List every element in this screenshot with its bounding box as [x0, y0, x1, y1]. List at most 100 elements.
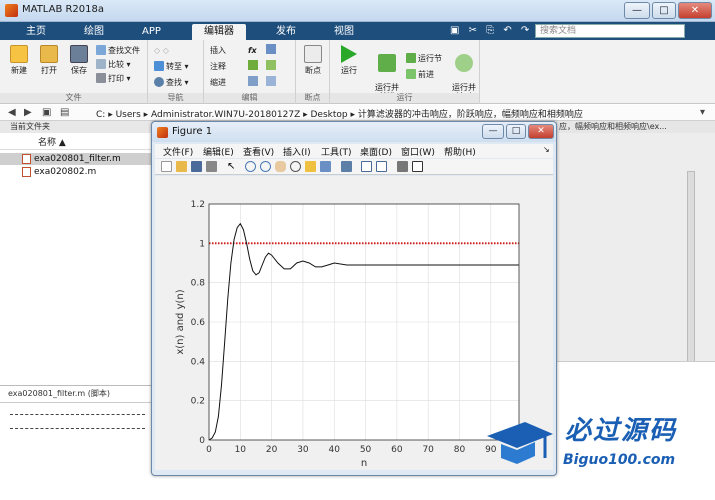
menu-insert[interactable]: 插入(I) — [283, 145, 311, 158]
address-bar[interactable]: ◀ ▶ ▣ ▤ C: ▸ Users ▸ Administrator.WIN7U… — [0, 105, 715, 121]
window-title: MATLAB R2018a — [22, 4, 105, 15]
forward-arrow-icon[interactable]: ▶ — [24, 107, 32, 118]
link-plot-icon[interactable] — [341, 161, 352, 172]
open-button[interactable]: 打开 — [34, 42, 64, 76]
name-column-header[interactable]: 名称 ▲ — [0, 137, 153, 150]
tab-plots[interactable]: 绘图 — [72, 24, 116, 40]
tab-view[interactable]: 视图 — [322, 24, 366, 40]
find-files-button[interactable]: 查找文件 — [96, 44, 140, 57]
breadcrumb-desktop[interactable]: Desktop — [311, 110, 348, 120]
back-arrow-icon[interactable]: ◀ — [8, 107, 16, 118]
run-time-icon — [455, 54, 473, 72]
menu-tools[interactable]: 工具(T) — [321, 145, 352, 158]
breadcrumb-drive[interactable]: C: — [96, 110, 105, 120]
figure-close-button[interactable]: ✕ — [528, 124, 554, 139]
close-button[interactable]: ✕ — [678, 2, 712, 19]
menu-help[interactable]: 帮助(H) — [444, 145, 476, 158]
menu-edit[interactable]: 编辑(E) — [203, 145, 234, 158]
tab-publish[interactable]: 发布 — [264, 24, 308, 40]
pointer-icon[interactable]: ↖ — [227, 161, 238, 172]
folder-open-icon — [40, 45, 58, 63]
colorbar-icon[interactable] — [361, 161, 372, 172]
insert-button[interactable]: 插入 — [210, 44, 226, 57]
x-axis-label: n — [361, 458, 367, 469]
data-cursor-icon[interactable] — [305, 161, 316, 172]
pan-hand-icon[interactable] — [275, 161, 286, 172]
x-tick-label: 30 — [297, 445, 309, 455]
insert-icon[interactable] — [266, 44, 276, 54]
breadcrumb-admin[interactable]: Administrator.WIN7U-20180127Z — [151, 110, 300, 120]
group-label-breakpoints: 断点 — [296, 93, 329, 103]
indent-icon[interactable] — [248, 76, 258, 86]
current-folder-panel: 当前文件夹 名称 ▲ exa020801_filter.m exa020802.… — [0, 121, 153, 383]
maximize-button[interactable]: □ — [652, 2, 676, 19]
new-button[interactable]: 新建 — [4, 42, 34, 76]
group-label-navigate: 导航 — [148, 93, 203, 103]
dock-arrow-icon[interactable]: ↘ — [543, 145, 550, 154]
show-plot-tools-icon[interactable] — [412, 161, 423, 172]
tab-apps[interactable]: APP — [130, 24, 173, 40]
zoom-out-icon[interactable] — [260, 161, 271, 172]
breakpoints-button[interactable]: 断点 — [298, 42, 328, 76]
editor-tab[interactable]: 应，幅频响应和相频响应\ex... — [556, 121, 715, 133]
breadcrumb-users[interactable]: Users — [116, 110, 141, 120]
menu-view[interactable]: 查看(V) — [243, 145, 274, 158]
hide-plot-tools-icon[interactable] — [397, 161, 408, 172]
menu-file[interactable]: 文件(F) — [163, 145, 193, 158]
find-button[interactable]: 查找 ▾ — [154, 76, 189, 89]
y-tick-label: 0 — [199, 436, 205, 446]
breadcrumb-folder[interactable]: 计算滤波器的冲击响应，阶跃响应，幅频响应和相频响应 — [358, 110, 583, 120]
brush-icon[interactable] — [320, 161, 331, 172]
rotate-3d-icon[interactable] — [290, 161, 301, 172]
figure-title-bar[interactable]: Figure 1 — □ ✕ — [152, 122, 556, 142]
save-button[interactable]: 保存 — [64, 42, 94, 76]
comment-button[interactable]: 注释 — [210, 60, 226, 73]
menu-window[interactable]: 窗口(W) — [401, 145, 435, 158]
open-file-icon[interactable] — [176, 161, 187, 172]
file-row[interactable]: exa020801_filter.m — [0, 153, 153, 165]
new-figure-icon[interactable] — [161, 161, 172, 172]
uncomment-icon[interactable] — [266, 60, 276, 70]
search-input[interactable]: 搜索文档 — [535, 24, 685, 38]
compare-button[interactable]: 比较 ▾ — [96, 58, 131, 71]
save-figure-icon[interactable] — [191, 161, 202, 172]
run-label: 运行 — [341, 66, 357, 75]
advance-button[interactable]: 前进 — [406, 68, 434, 81]
fx-button[interactable]: fx — [248, 44, 257, 57]
file-name: exa020802.m — [34, 167, 97, 177]
tab-home[interactable]: 主页 — [14, 24, 58, 40]
up-folder-icon[interactable]: ▣ — [42, 107, 51, 118]
comment-separator — [10, 428, 145, 436]
minimize-button[interactable]: — — [624, 2, 650, 19]
outdent-icon[interactable] — [266, 76, 276, 86]
menu-desktop[interactable]: 桌面(D) — [360, 145, 392, 158]
legend-icon[interactable] — [376, 161, 387, 172]
print-figure-icon[interactable] — [206, 161, 217, 172]
y-tick-label: 0.6 — [191, 318, 206, 328]
indent-button[interactable]: 缩进 — [210, 76, 226, 89]
breadcrumb[interactable]: C: ▸ Users ▸ Administrator.WIN7U-2018012… — [96, 107, 583, 120]
x-tick-label: 40 — [329, 445, 341, 455]
search-icon — [154, 77, 164, 87]
ribbon-group-edit: 插入 注释 缩进 fx 编辑 — [204, 40, 296, 104]
zoom-in-icon[interactable] — [245, 161, 256, 172]
comment-percent-icon[interactable] — [248, 60, 258, 70]
name-column-label: 名称 — [38, 138, 57, 148]
file-row[interactable]: exa020802.m — [0, 166, 153, 178]
goto-button[interactable]: 转至 ▾ — [154, 60, 189, 73]
watermark-text: 必过源码 — [565, 416, 678, 446]
figure-maximize-button[interactable]: □ — [506, 124, 526, 139]
group-label-run: 运行 — [330, 93, 479, 103]
run-section-button[interactable]: 运行节 — [406, 52, 442, 65]
browse-folder-icon[interactable]: ▤ — [60, 107, 69, 118]
tab-editor[interactable]: 编辑器 — [192, 24, 246, 40]
watermark-url: Biguo100.com — [563, 452, 676, 468]
print-label: 打印 — [108, 74, 124, 83]
address-dropdown-icon[interactable]: ▾ — [700, 107, 705, 118]
back-forward-buttons[interactable]: ◇ ◇ — [154, 44, 169, 57]
print-button[interactable]: 打印 ▾ — [96, 72, 131, 85]
figure-minimize-button[interactable]: — — [482, 124, 504, 139]
run-button[interactable]: 运行 — [334, 42, 364, 76]
x-tick-label: 50 — [360, 445, 372, 455]
advance-label: 前进 — [418, 70, 434, 79]
